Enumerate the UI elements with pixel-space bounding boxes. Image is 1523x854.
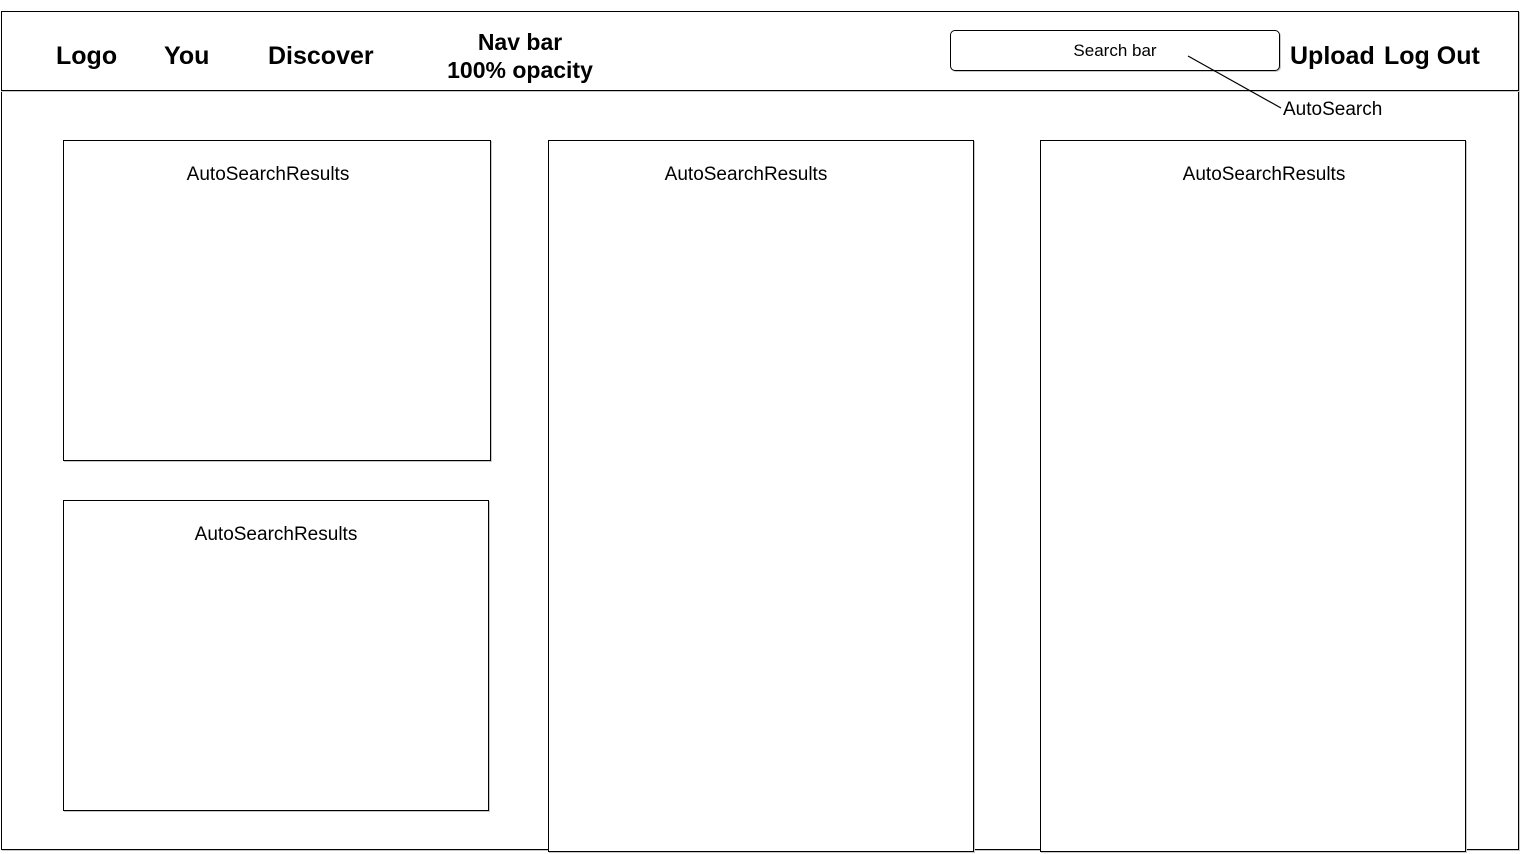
autosearch-results-panel: AutoSearchResults bbox=[63, 140, 491, 461]
panel-label: AutoSearchResults bbox=[664, 164, 828, 185]
autosearch-results-panel: AutoSearchResults bbox=[63, 500, 489, 811]
panel-label: AutoSearchResults bbox=[186, 164, 350, 185]
autosearch-results-panel: AutoSearchResults bbox=[548, 140, 974, 852]
panel-label: AutoSearchResults bbox=[1182, 164, 1346, 185]
autosearch-annotation: AutoSearch bbox=[1283, 99, 1383, 120]
panel-label: AutoSearchResults bbox=[194, 524, 358, 545]
autosearch-results-panel: AutoSearchResults bbox=[1040, 140, 1466, 852]
